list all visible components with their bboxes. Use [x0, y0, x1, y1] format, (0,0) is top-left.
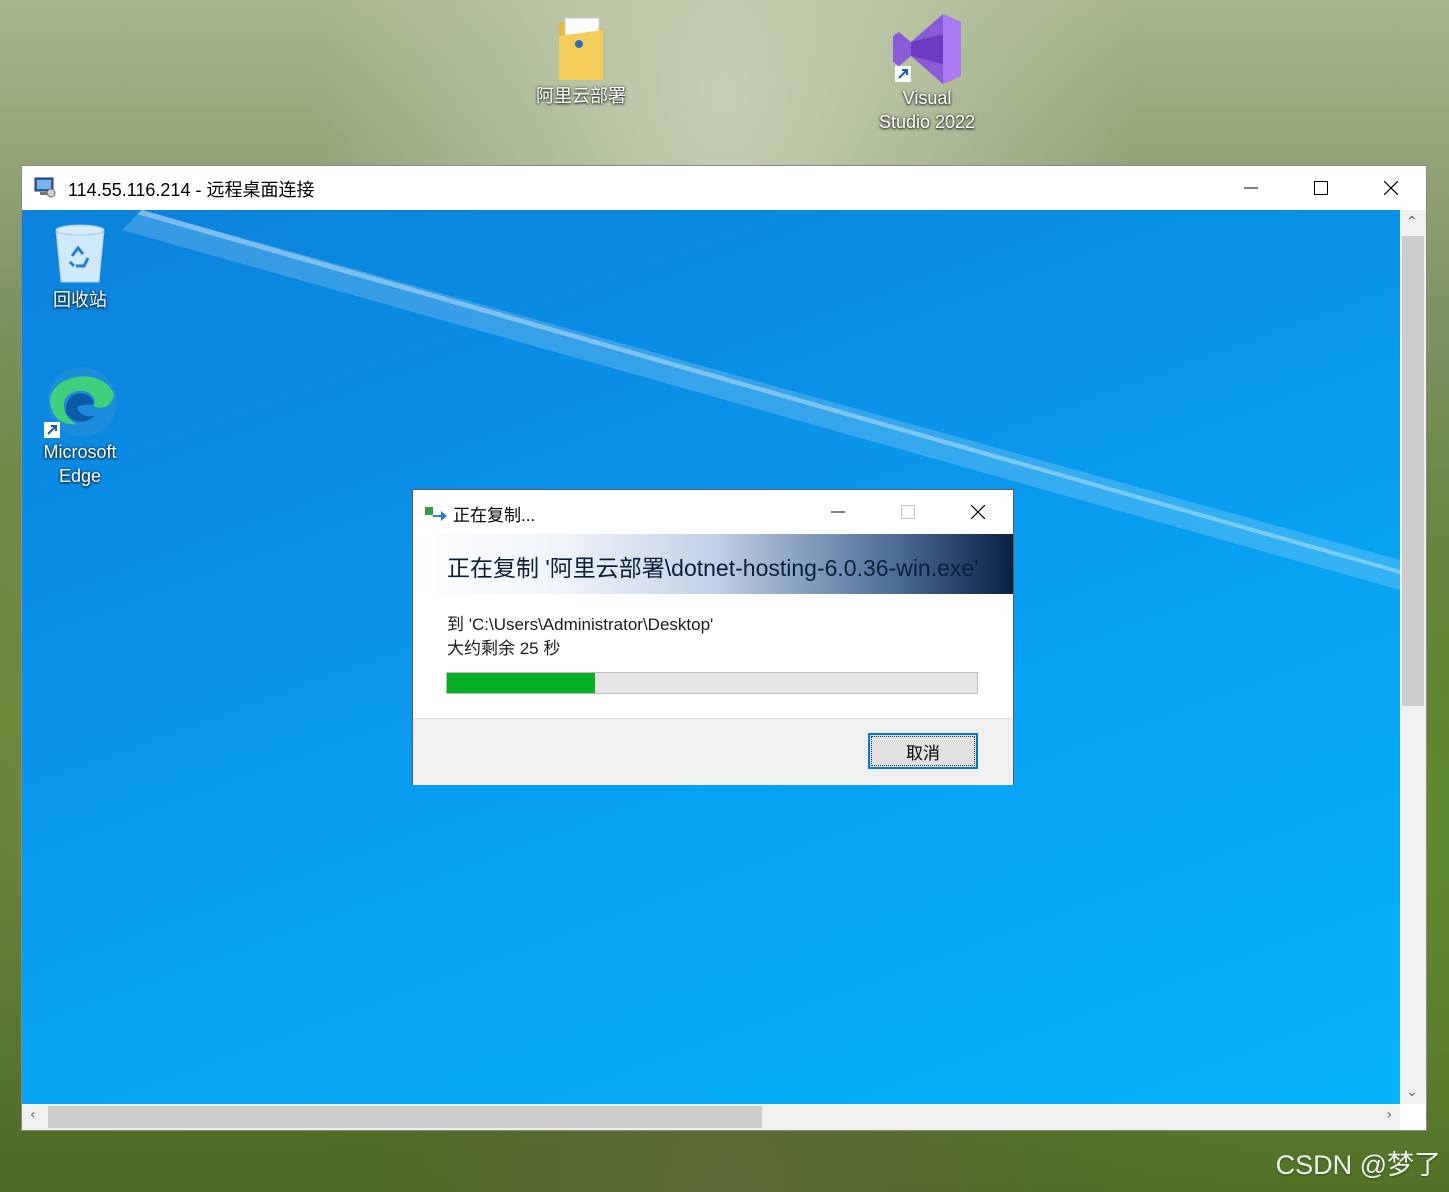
remote-icon-edge[interactable]: Microsoft Edge: [32, 364, 128, 488]
minimize-icon: [1244, 187, 1258, 189]
copy-destination: 到 'C:\Users\Administrator\Desktop': [447, 615, 714, 634]
dialog-close-button[interactable]: [943, 490, 1013, 534]
remote-icon-recycle-bin[interactable]: 回收站: [36, 220, 124, 312]
remote-desktop-window: 114.55.116.214 - 远程桌面连接 回收站 Microsoft Ed…: [21, 165, 1427, 1131]
progress-fill: [447, 673, 596, 693]
vertical-scroll-thumb[interactable]: [1402, 236, 1424, 706]
desktop-icon-label: 阿里云部署: [536, 86, 626, 106]
minimize-icon: [831, 511, 845, 513]
copy-heading: 正在复制 '阿里云部署\dotnet-hosting-6.0.36-win.ex…: [447, 555, 979, 581]
edge-icon: [44, 367, 117, 438]
visual-studio-icon: [893, 14, 961, 84]
close-icon: [971, 505, 985, 519]
rdp-window-title: 114.55.116.214 - 远程桌面连接: [68, 180, 315, 200]
desktop-icon-label: Visual Studio 2022: [878, 88, 976, 132]
scroll-up-icon[interactable]: ⌃: [1406, 214, 1418, 230]
rdp-maximize-button[interactable]: [1286, 166, 1356, 210]
desktop-icon-aliyun-folder[interactable]: 阿里云部署: [528, 16, 634, 108]
cancel-button[interactable]: 取消: [868, 733, 978, 769]
close-icon: [1384, 181, 1398, 195]
copy-icon: [425, 507, 447, 521]
folder-icon: [559, 17, 603, 80]
horizontal-scroll-thumb[interactable]: [48, 1106, 762, 1128]
remote-icon-label: Microsoft Edge: [43, 442, 117, 486]
dialog-minimize-button[interactable]: [803, 490, 873, 534]
dialog-titlebar[interactable]: 正在复制...: [413, 490, 1013, 534]
maximize-icon: [1314, 181, 1328, 195]
remote-desktop-icon: [34, 177, 56, 198]
dialog-title: 正在复制...: [453, 506, 536, 525]
recycle-bin-icon: [55, 224, 105, 283]
desktop-icon-visual-studio[interactable]: Visual Studio 2022: [866, 12, 988, 134]
csdn-watermark: CSDN @梦了: [1275, 1150, 1441, 1180]
scroll-left-icon[interactable]: ‹: [30, 1107, 36, 1123]
copy-progress-bar: [446, 672, 978, 694]
dialog-header-banner: 正在复制 '阿里云部署\dotnet-hosting-6.0.36-win.ex…: [413, 534, 1013, 594]
copy-progress-dialog: 正在复制... 正在复制 '阿里云部署\dotnet-hosting-6.0.3…: [412, 489, 1014, 785]
rdp-minimize-button[interactable]: [1216, 166, 1286, 210]
scroll-right-icon[interactable]: ›: [1386, 1107, 1392, 1123]
scroll-down-icon[interactable]: ⌄: [1406, 1084, 1418, 1100]
dialog-footer: 取消: [413, 718, 1013, 785]
maximize-icon: [901, 505, 915, 519]
time-remaining: 大约剩余 25 秒: [447, 639, 561, 658]
remote-icon-label: 回收站: [53, 290, 107, 310]
cancel-label: 取消: [906, 743, 940, 763]
remote-desktop-area[interactable]: 回收站 Microsoft Edge 正在复制... 正在复制 '阿里云部署\d…: [22, 210, 1400, 1104]
rdp-titlebar[interactable]: 114.55.116.214 - 远程桌面连接: [22, 166, 1426, 210]
vertical-scrollbar[interactable]: ⌃ ⌄: [1400, 210, 1426, 1104]
dialog-maximize-button: [873, 490, 943, 534]
rdp-close-button[interactable]: [1356, 166, 1426, 210]
horizontal-scrollbar[interactable]: ‹ ›: [22, 1104, 1400, 1130]
